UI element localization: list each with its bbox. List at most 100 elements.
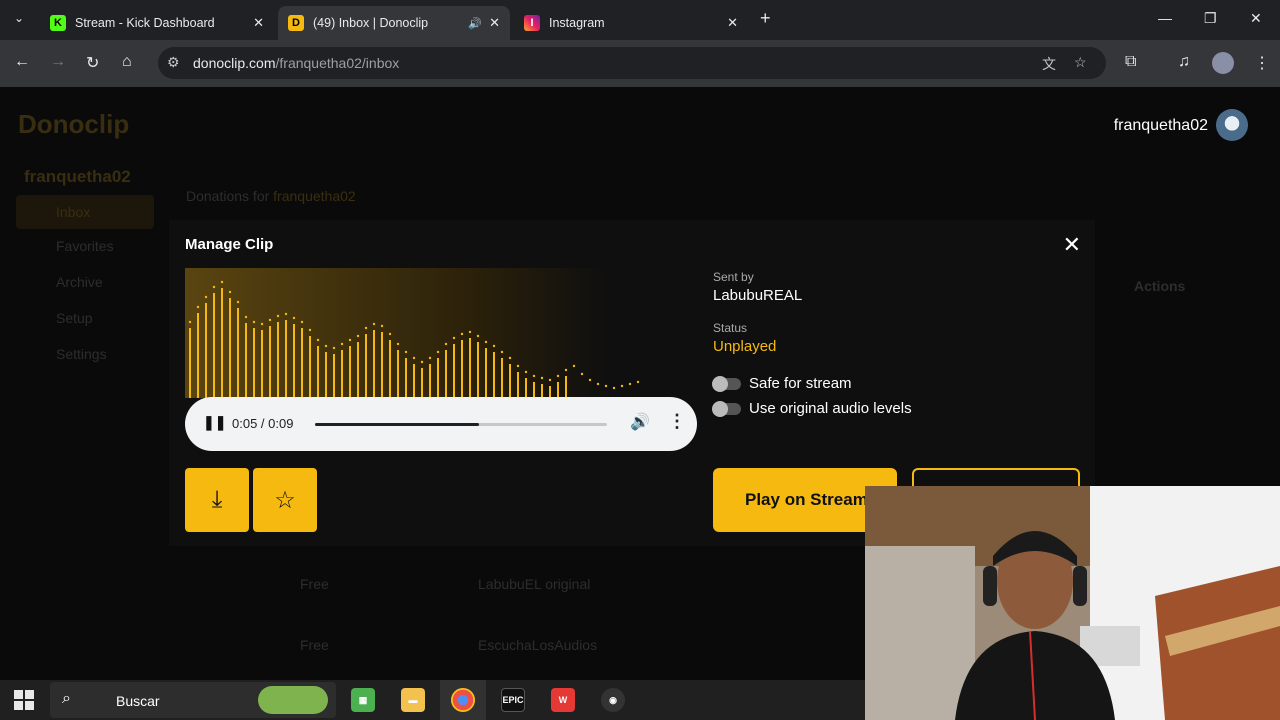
waveform-dot: [316, 338, 320, 342]
windows-start-icon[interactable]: [14, 690, 34, 710]
site-info-icon[interactable]: ⚙: [167, 54, 180, 71]
waveform-dot: [244, 315, 248, 319]
safe-for-stream-toggle[interactable]: Safe for stream: [712, 375, 852, 392]
search-placeholder: Buscar: [116, 693, 160, 709]
toggle-switch[interactable]: [712, 400, 741, 417]
waveform-dot: [588, 378, 592, 382]
toggle-label: Use original audio levels: [749, 400, 912, 417]
toggle-switch[interactable]: [712, 375, 741, 392]
more-options-icon[interactable]: ⋮: [668, 411, 686, 432]
obs-icon[interactable]: ◉: [601, 688, 625, 712]
waveform-dot: [636, 380, 640, 384]
close-icon[interactable]: ✕: [253, 15, 264, 31]
header-username[interactable]: franquetha02: [1114, 117, 1208, 135]
wps-icon[interactable]: W: [551, 688, 575, 712]
waveform-bar: [333, 354, 335, 398]
sidebar-item-inbox[interactable]: Inbox: [16, 195, 154, 229]
waveform-bar: [365, 334, 367, 398]
close-icon[interactable]: ✕: [727, 15, 738, 31]
waveform-bar: [405, 358, 407, 398]
waveform-dot: [436, 350, 440, 354]
sender-name: LabubuREAL: [713, 287, 803, 304]
extensions-icon[interactable]: ⧉: [1125, 53, 1136, 71]
epic-games-icon[interactable]: EPIC: [501, 688, 525, 712]
waveform-dot: [476, 334, 480, 338]
address-bar[interactable]: ⚙ donoclip.com/franquetha02/inbox 文 ☆: [158, 47, 1106, 79]
waveform-dot: [308, 328, 312, 332]
volume-icon[interactable]: 🔊: [630, 412, 650, 432]
waveform-bar: [213, 293, 215, 398]
waveform-dot: [580, 372, 584, 376]
waveform-bar: [317, 346, 319, 398]
tab-instagram[interactable]: I Instagram ✕: [514, 6, 748, 40]
close-icon[interactable]: ✕: [1063, 232, 1081, 258]
waveform-dot: [252, 320, 256, 324]
new-tab-icon[interactable]: +: [760, 8, 771, 29]
tab-kick[interactable]: K Stream - Kick Dashboard ✕: [40, 6, 274, 40]
speaker-icon[interactable]: 🔊: [468, 17, 482, 30]
profile-avatar[interactable]: [1212, 52, 1234, 74]
close-icon[interactable]: ✕: [489, 15, 500, 31]
bookmark-star-icon[interactable]: ☆: [1074, 54, 1087, 71]
media-control-icon[interactable]: ♫: [1178, 53, 1190, 71]
original-audio-toggle[interactable]: Use original audio levels: [712, 400, 912, 417]
waveform-dot: [228, 290, 232, 294]
sidebar-item-favorites[interactable]: Favorites: [56, 238, 114, 254]
forward-icon[interactable]: →: [50, 53, 66, 71]
waveform-bar: [389, 340, 391, 398]
seek-bar[interactable]: [315, 423, 607, 426]
waveform-dot: [364, 326, 368, 330]
waveform-dot: [532, 374, 536, 378]
taskbar-search[interactable]: ⌕ Buscar: [50, 682, 336, 718]
waveform-bar: [517, 372, 519, 398]
waveform-dot: [548, 378, 552, 382]
seek-progress: [315, 423, 479, 426]
waveform-dot: [412, 356, 416, 360]
sidebar-item-archive[interactable]: Archive: [56, 274, 103, 290]
sidebar-item-setup[interactable]: Setup: [56, 310, 93, 326]
archive-button[interactable]: ⤓: [185, 468, 249, 532]
minimize-icon[interactable]: —: [1158, 10, 1172, 26]
window-close-icon[interactable]: ✕: [1250, 10, 1262, 27]
file-explorer-icon[interactable]: ▬: [401, 688, 425, 712]
waveform-dot: [628, 382, 632, 386]
waveform-bar: [221, 288, 223, 398]
waveform-bar: [245, 323, 247, 398]
tab-strip: ⌄ K Stream - Kick Dashboard ✕ D (49) Inb…: [0, 0, 1280, 40]
tab-donoclip[interactable]: D (49) Inbox | Donoclip 🔊 ✕: [278, 6, 510, 40]
waveform-bar: [437, 358, 439, 398]
tab-search-icon[interactable]: ⌄: [14, 11, 24, 25]
waveform-dot: [452, 336, 456, 340]
favorite-button[interactable]: ☆: [253, 468, 317, 532]
instagram-icon: I: [524, 15, 540, 31]
home-icon[interactable]: ⌂: [122, 53, 132, 71]
waveform-dot: [596, 382, 600, 386]
back-icon[interactable]: ←: [14, 53, 30, 71]
waveform-bar: [429, 364, 431, 398]
waveform-dot: [564, 368, 568, 372]
waveform-dot: [396, 342, 400, 346]
waveform-bar: [205, 303, 207, 398]
browser-chrome: ⌄ K Stream - Kick Dashboard ✕ D (49) Inb…: [0, 0, 1280, 87]
reload-icon[interactable]: ↻: [86, 53, 99, 73]
waveform-bar: [381, 332, 383, 398]
waveform-bar: [325, 352, 327, 398]
waveform-dot: [372, 322, 376, 326]
sidebar-item-settings[interactable]: Settings: [56, 346, 107, 362]
translate-icon[interactable]: 文: [1042, 54, 1056, 74]
waveform-bar: [445, 350, 447, 398]
star-icon: ☆: [274, 486, 296, 514]
menu-icon[interactable]: ⋮: [1254, 53, 1270, 73]
restore-icon[interactable]: ❐: [1204, 10, 1217, 27]
windows-taskbar: ⌕ Buscar ▦ ▬ EPIC W ◉: [0, 680, 865, 720]
avatar[interactable]: [1216, 109, 1248, 141]
sent-by-label: Sent by: [713, 270, 754, 284]
waveform-dot: [612, 386, 616, 390]
waveform-dot: [188, 320, 192, 324]
pause-icon[interactable]: ❚❚: [203, 414, 226, 431]
minecraft-icon[interactable]: ▦: [351, 688, 375, 712]
waveform-bar: [461, 340, 463, 398]
waveform-bar: [501, 358, 503, 398]
active-app-highlight: [440, 680, 486, 720]
toggle-label: Safe for stream: [749, 375, 852, 392]
